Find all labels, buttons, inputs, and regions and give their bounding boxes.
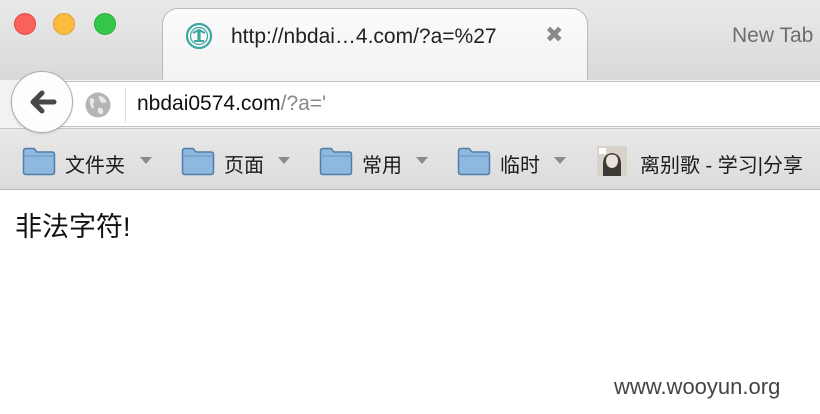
- address-bar[interactable]: nbdai0574.com/?a=': [40, 81, 820, 127]
- page-message: 非法字符!: [15, 212, 131, 242]
- bookmarks-bar: 文件夹 页面 常用 临时 离别歌 - 学习|分享: [0, 129, 820, 190]
- url-path: /?a=': [280, 92, 327, 115]
- bookmark-folder-common[interactable]: 常用: [319, 146, 431, 177]
- bookmark-label: 常用: [362, 155, 402, 177]
- folder-icon: [457, 147, 491, 176]
- bookmark-label: 文件夹: [65, 155, 125, 177]
- url-host: nbdai0574.com: [137, 92, 281, 115]
- bookmark-folder-temp[interactable]: 临时: [457, 146, 569, 177]
- chevron-down-icon: [416, 157, 428, 164]
- chevron-down-icon: [554, 157, 566, 164]
- window-close-button[interactable]: [14, 13, 36, 35]
- tab-strip: http://nbdai…4.com/?a=%27 ✖ New Tab: [0, 0, 820, 82]
- bookmark-label: 页面: [224, 155, 264, 177]
- watermark: www.wooyun.org: [614, 374, 781, 399]
- bookmark-site-libiege[interactable]: 离别歌 - 学习|分享: [597, 146, 820, 176]
- window-maximize-button[interactable]: [94, 13, 116, 35]
- avatar-favicon: [597, 146, 627, 176]
- folder-icon: [181, 147, 215, 176]
- bookmark-folder-pages[interactable]: 页面: [181, 146, 293, 177]
- tab-active[interactable]: http://nbdai…4.com/?a=%27 ✖: [162, 8, 588, 82]
- tab-close-icon[interactable]: ✖: [545, 23, 563, 47]
- site-logo-icon: [185, 22, 213, 50]
- navigation-bar: nbdai0574.com/?a=': [0, 71, 820, 133]
- chevron-down-icon: [278, 157, 290, 164]
- back-arrow-icon: [30, 90, 57, 114]
- tab-new-tab[interactable]: New Tab: [732, 24, 813, 48]
- bookmark-folder-files[interactable]: 文件夹: [22, 146, 157, 177]
- back-button[interactable]: [11, 71, 73, 133]
- folder-icon: [22, 147, 56, 176]
- chevron-down-icon: [140, 157, 152, 164]
- tab-title: http://nbdai…4.com/?a=%27: [231, 25, 497, 48]
- globe-icon: [84, 91, 112, 124]
- bookmark-label: 离别歌 - 学习|分享: [640, 155, 803, 176]
- bookmark-label: 临时: [500, 155, 540, 177]
- url-text[interactable]: nbdai0574.com/?a=': [137, 92, 326, 116]
- address-separator: [125, 88, 126, 122]
- folder-icon: [319, 147, 353, 176]
- window-minimize-button[interactable]: [53, 13, 75, 35]
